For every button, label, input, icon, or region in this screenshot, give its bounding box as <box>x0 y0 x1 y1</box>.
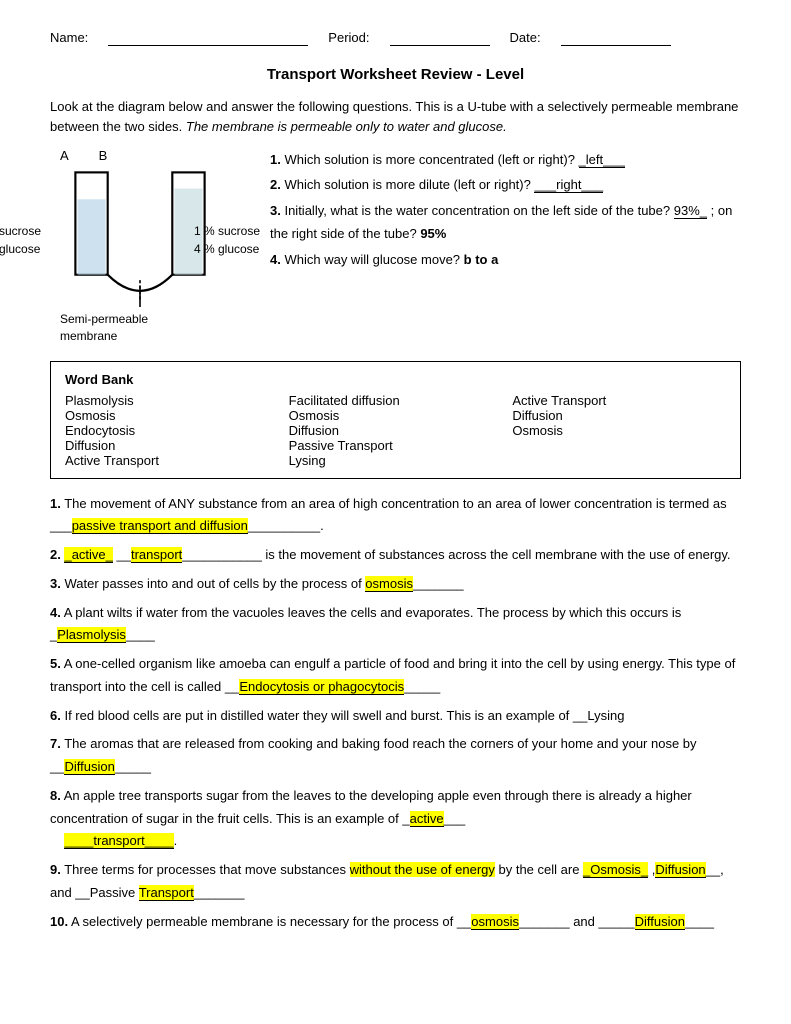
dq4-answer: b to a <box>464 252 499 267</box>
questions-section: 1. The movement of ANY substance from an… <box>50 493 741 934</box>
right-label-1: 1 % sucrose <box>194 222 260 240</box>
question-3: 3. Water passes into and out of cells by… <box>50 573 741 596</box>
question-10: 10. A selectively permeable membrane is … <box>50 911 741 934</box>
wb-item: Diffusion <box>65 438 279 453</box>
header: Name: Period: Date: <box>50 30 741 46</box>
q2-answer2: transport <box>131 547 182 563</box>
wb-item: Active Transport <box>512 393 726 408</box>
wb-col3: Active Transport Diffusion Osmosis <box>512 393 726 468</box>
word-bank-title: Word Bank <box>65 372 726 387</box>
left-label-2: 1 % glucose <box>0 240 41 258</box>
wb-item: Diffusion <box>512 408 726 423</box>
wb-item: Osmosis <box>289 408 503 423</box>
intro-text: Look at the diagram below and answer the… <box>50 97 741 136</box>
name-line <box>108 30 308 46</box>
diagram-section: A B 6 % sucrose 1 % glucose <box>50 148 741 345</box>
wb-item: Passive Transport <box>289 438 503 453</box>
q9-answer3: Passive <box>90 885 136 900</box>
word-bank-grid: Plasmolysis Osmosis Endocytosis Diffusio… <box>65 393 726 468</box>
question-5: 5. A one-celled organism like amoeba can… <box>50 653 741 699</box>
q4-answer: Plasmolysis <box>57 627 126 643</box>
q9-answer1: _Osmosis_ <box>583 862 648 878</box>
dq3-answer1: 93%_ <box>674 203 707 219</box>
wb-item: Osmosis <box>65 408 279 423</box>
wb-item: Lysing <box>289 453 503 468</box>
period-label: Period: <box>328 30 369 46</box>
q9-highlight: without the use of energy <box>350 862 495 877</box>
date-line <box>561 30 671 46</box>
wb-item: Diffusion <box>289 423 503 438</box>
wb-item: Endocytosis <box>65 423 279 438</box>
right-label-2: 4 % glucose <box>194 240 260 258</box>
question-8: 8. An apple tree transports sugar from t… <box>50 785 741 853</box>
dq3-num: 3. <box>270 203 281 218</box>
dq2-text: Which solution is more dilute (left or r… <box>284 177 534 192</box>
wb-item: Plasmolysis <box>65 393 279 408</box>
diagram-questions: 1. Which solution is more concentrated (… <box>270 148 741 273</box>
semi-label-2: membrane <box>60 328 250 345</box>
dq1-answer: _left___ <box>579 152 625 168</box>
question-9: 9. Three terms for processes that move s… <box>50 859 741 905</box>
q10-answer2: Diffusion <box>635 914 685 930</box>
page-title: Transport Worksheet Review - Level <box>50 66 741 83</box>
q9-answer2: Diffusion <box>655 862 705 878</box>
diagram-area: A B 6 % sucrose 1 % glucose <box>50 148 250 345</box>
dq3-text: Initially, what is the water concentrati… <box>284 203 673 218</box>
date-label: Date: <box>510 30 541 46</box>
question-1: 1. The movement of ANY substance from an… <box>50 493 741 539</box>
dq4-num: 4. <box>270 252 281 267</box>
label-a: A <box>60 148 69 163</box>
name-label: Name: <box>50 30 88 46</box>
q8-answer2: ____transport____ <box>64 833 173 849</box>
dq4-text: Which way will glucose move? <box>284 252 463 267</box>
label-b: B <box>99 148 108 163</box>
wb-col1: Plasmolysis Osmosis Endocytosis Diffusio… <box>65 393 279 468</box>
left-label-1: 6 % sucrose <box>0 222 41 240</box>
question-4: 4. A plant wilts if water from the vacuo… <box>50 602 741 648</box>
question-7: 7. The aromas that are released from coo… <box>50 733 741 779</box>
wb-item: Osmosis <box>512 423 726 438</box>
dq3-answer2: 95% <box>420 226 446 241</box>
period-line <box>390 30 490 46</box>
q9-answer4: Transport <box>139 885 194 901</box>
question-2: 2. _active_ __transport___________ is th… <box>50 544 741 567</box>
q5-answer: Endocytosis or phagocytocis <box>239 679 404 695</box>
q3-answer: osmosis <box>365 576 413 592</box>
q1-answer: passive transport and diffusion <box>72 518 248 534</box>
word-bank: Word Bank Plasmolysis Osmosis Endocytosi… <box>50 361 741 479</box>
dq2-answer: ___right___ <box>534 177 603 193</box>
q7-answer: Diffusion <box>64 759 114 775</box>
wb-item: Facilitated diffusion <box>289 393 503 408</box>
dq1-text: Which solution is more concentrated (lef… <box>284 152 578 167</box>
q8-answer1: active <box>410 811 444 827</box>
semi-label-1: Semi-permeable <box>60 311 250 328</box>
question-6: 6. If red blood cells are put in distill… <box>50 705 741 728</box>
dq1-num: 1. <box>270 152 281 167</box>
wb-item: Active Transport <box>65 453 279 468</box>
dq2-num: 2. <box>270 177 281 192</box>
q2-answer1: _active_ <box>64 547 112 563</box>
q10-answer1: osmosis <box>471 914 519 930</box>
wb-col2: Facilitated diffusion Osmosis Diffusion … <box>289 393 503 468</box>
